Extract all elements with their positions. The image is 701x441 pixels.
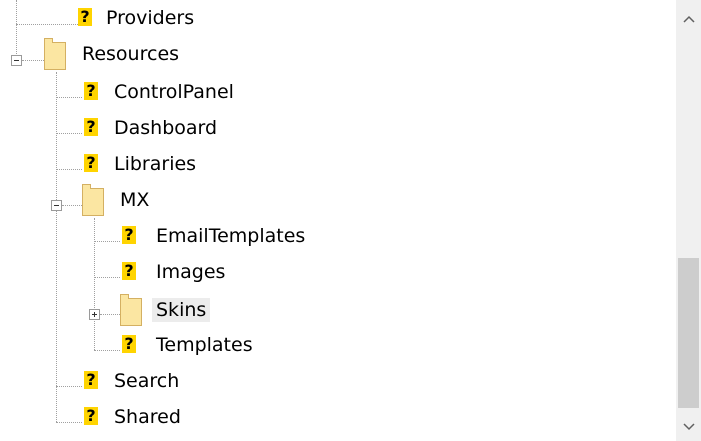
question-mark-file-icon: ? — [122, 335, 136, 353]
tree-line-h — [62, 205, 82, 206]
tree-line-h — [100, 314, 120, 315]
question-mark-file-icon: ? — [84, 154, 98, 172]
tree-line-resources — [56, 72, 57, 422]
tree-line-h — [56, 169, 82, 170]
tree-node-label: Providers — [106, 7, 195, 29]
tree-node-label: Dashboard — [114, 117, 218, 139]
question-mark-file-icon: ? — [84, 407, 98, 425]
tree-line-h — [94, 277, 120, 278]
expand-skins-button[interactable] — [89, 309, 100, 320]
tree-node-label: Templates — [156, 334, 253, 356]
scrollbar-thumb[interactable] — [678, 258, 699, 408]
folder-icon — [120, 294, 142, 326]
scroll-down-button[interactable] — [676, 414, 701, 438]
tree-node-label: EmailTemplates — [156, 225, 306, 247]
tree-node-label: Shared — [114, 406, 181, 428]
tree-node-label: Libraries — [114, 153, 197, 175]
scroll-up-button[interactable] — [676, 6, 701, 30]
tree-view[interactable]: ? Providers Resources ? ControlPanel ? D… — [0, 0, 676, 441]
tree-line-mx — [94, 218, 95, 350]
folder-icon — [82, 184, 104, 216]
collapse-resources-button[interactable] — [11, 55, 22, 66]
chevron-up-icon — [682, 15, 695, 23]
vertical-scrollbar[interactable] — [676, 0, 701, 441]
tree-node-label: ControlPanel — [114, 81, 234, 103]
tree-node-label: Resources — [82, 43, 180, 65]
collapse-mx-button[interactable] — [51, 200, 62, 211]
question-mark-file-icon: ? — [122, 262, 136, 280]
tree-node-label: MX — [120, 189, 150, 211]
tree-line-root — [16, 0, 17, 60]
tree-line-h — [22, 60, 44, 61]
question-mark-file-icon: ? — [84, 82, 98, 100]
question-mark-file-icon: ? — [84, 118, 98, 136]
question-mark-file-icon: ? — [122, 226, 136, 244]
tree-line-h — [56, 133, 82, 134]
tree-line-h — [94, 350, 120, 351]
tree-line-h — [56, 422, 82, 423]
chevron-down-icon — [682, 423, 695, 431]
tree-line-h — [56, 386, 82, 387]
tree-line-h — [94, 241, 120, 242]
tree-node-label: Images — [156, 261, 226, 283]
tree-node-label: Skins — [152, 298, 211, 322]
tree-line-h — [16, 24, 78, 25]
tree-line-h — [56, 97, 82, 98]
folder-icon — [44, 38, 66, 70]
tree-node-label: Search — [114, 370, 180, 392]
question-mark-file-icon: ? — [84, 371, 98, 389]
question-mark-file-icon: ? — [78, 8, 92, 26]
